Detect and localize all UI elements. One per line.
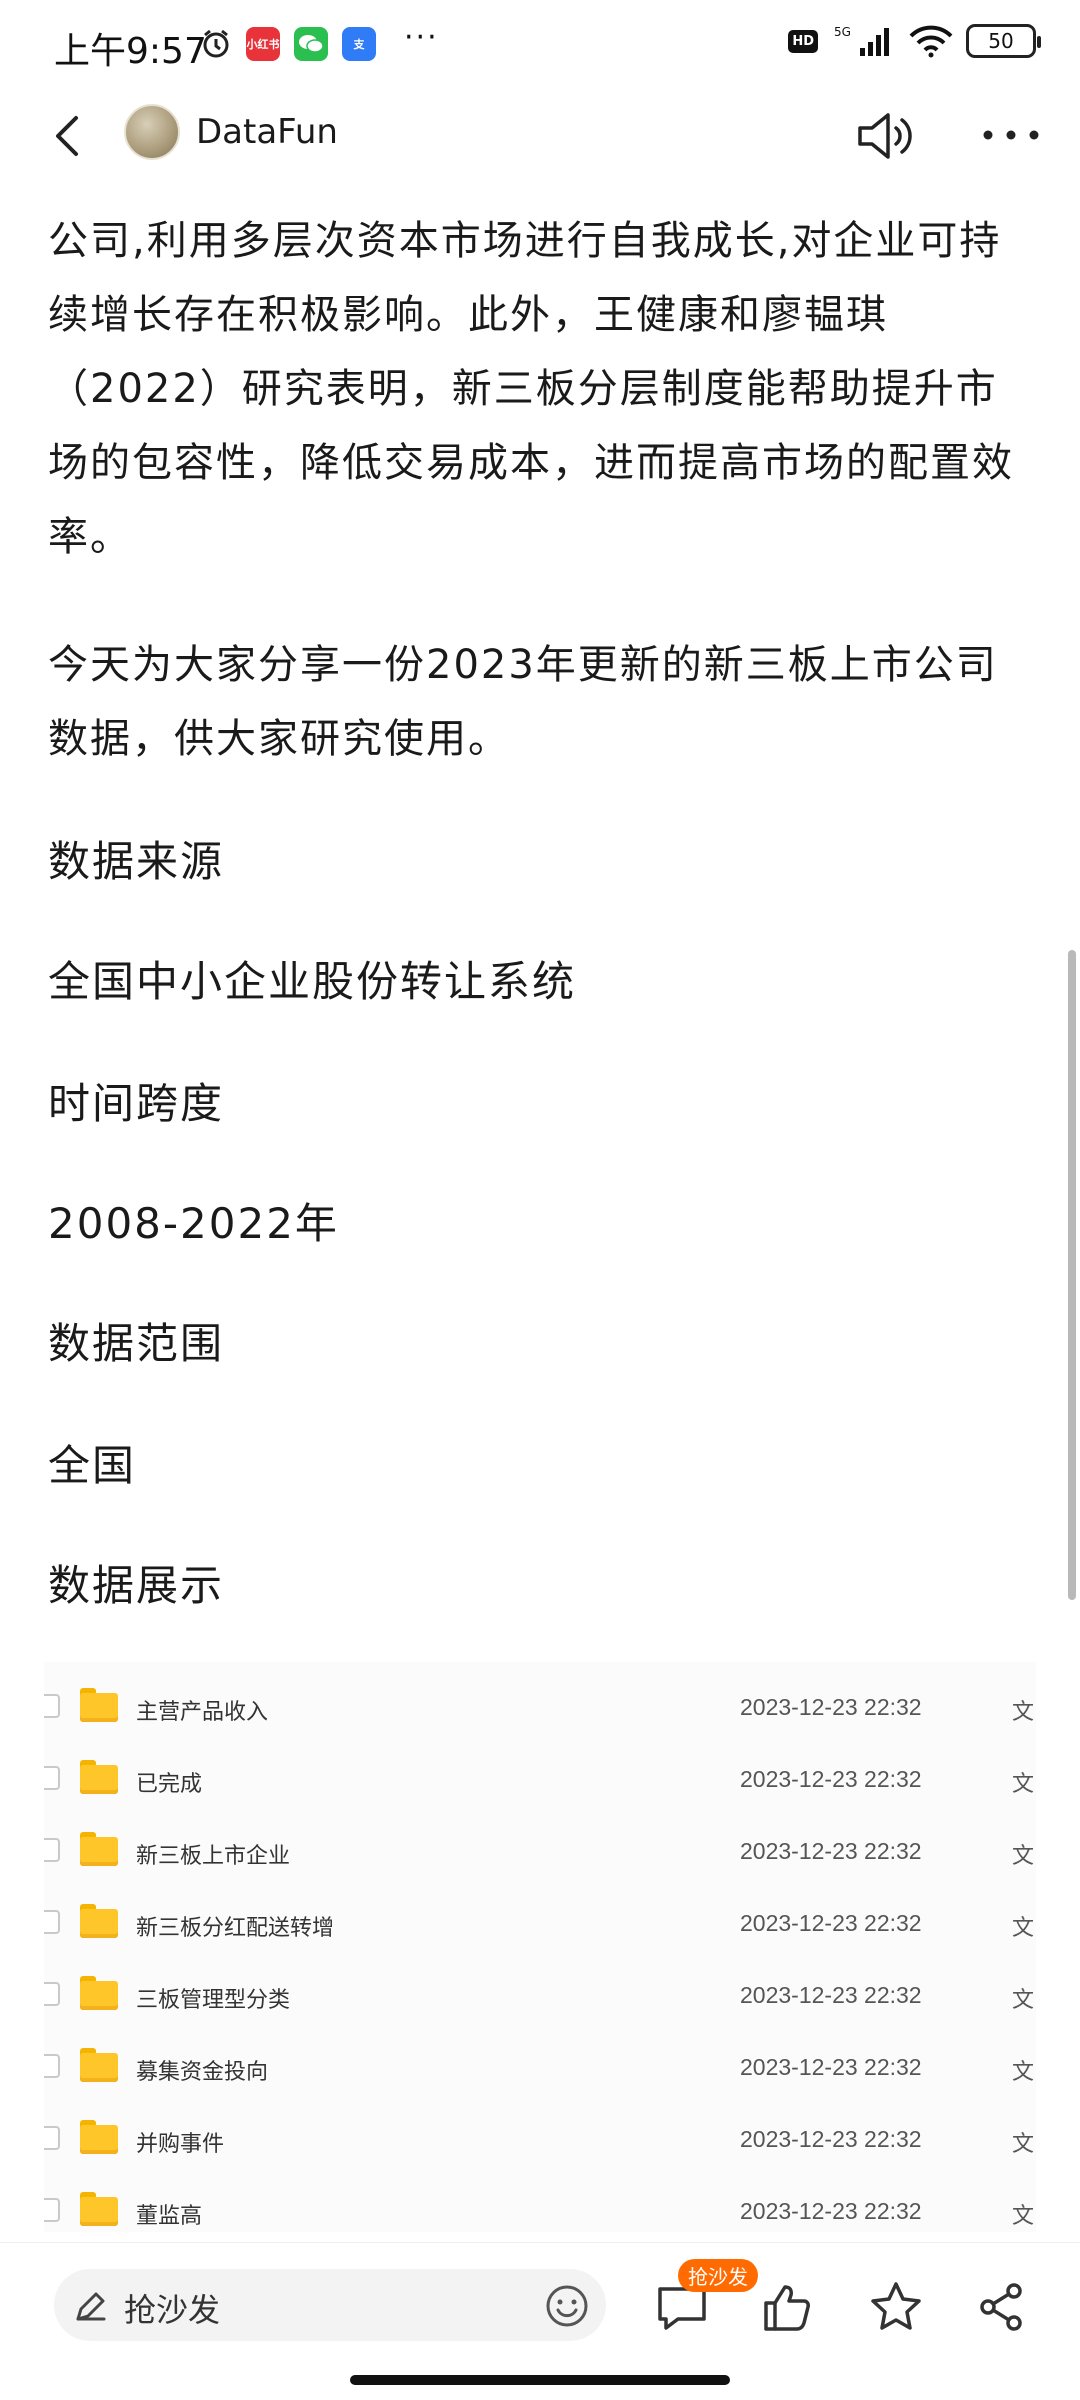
checkbox xyxy=(44,1982,60,2006)
file-type: 文 xyxy=(1012,1700,1035,1725)
alipay-icon: 支 xyxy=(342,26,376,61)
file-row: 三板管理型分类 2023-12-23 22:32 文 xyxy=(44,1960,1036,2032)
heading-time-span: 时间跨度 xyxy=(48,1079,225,1128)
folder-icon xyxy=(80,1904,118,1938)
file-name: 新三板上市企业 xyxy=(136,1844,291,1869)
top-nav: DataFun xyxy=(0,92,1080,182)
article-paragraph-2: 今天为大家分享一份2023年更新的新三板上市公司数据，供大家研究使用。 xyxy=(48,642,998,762)
status-bar: 上午9:57 小红书 支 ··· HD 5G 50 xyxy=(0,0,1080,92)
xiaohongshu-icon: 小红书 xyxy=(246,26,280,61)
file-type: 文 xyxy=(1012,2060,1035,2085)
heading-data-scope: 数据范围 xyxy=(48,1319,225,1368)
file-row: 董监高 2023-12-23 22:32 文 xyxy=(44,2176,1036,2232)
file-name: 并购事件 xyxy=(136,2132,225,2157)
data-source-text: 全国中小企业股份转让系统 xyxy=(48,957,577,1006)
alarm-icon xyxy=(203,29,229,57)
file-row: 募集资金投向 2023-12-23 22:32 文 xyxy=(44,2032,1036,2104)
article-paragraph-1: 公司,利用多层次资本市场进行自我成长,对企业可持续增长存在积极影响。此外，王健康… xyxy=(48,218,1014,560)
checkbox xyxy=(44,2126,60,2150)
star-icon[interactable] xyxy=(868,2279,924,2335)
status-more-dots: ··· xyxy=(404,20,439,55)
author-name[interactable]: DataFun xyxy=(196,112,338,152)
checkbox xyxy=(44,1766,60,1790)
emoji-icon[interactable] xyxy=(544,2283,590,2329)
file-row: 新三板上市企业 2023-12-23 22:32 文 xyxy=(44,1816,1036,1888)
file-name: 三板管理型分类 xyxy=(136,1988,291,2013)
heading-data-display: 数据展示 xyxy=(48,1561,225,1610)
checkbox xyxy=(44,1694,60,1718)
file-list-image[interactable]: 主营产品收入 2023-12-23 22:32 文 已完成 2023-12-23… xyxy=(44,1662,1036,2232)
checkbox xyxy=(44,1910,60,1934)
file-date: 2023-12-23 22:32 xyxy=(740,1694,922,1720)
hd-icon: HD xyxy=(788,29,818,53)
time-span-text: 2008-2022年 xyxy=(48,1199,339,1248)
file-name: 新三板分红配送转增 xyxy=(136,1916,335,1941)
comment-input[interactable]: 抢沙发 xyxy=(54,2269,606,2341)
partial-text-line: 究。杨松令等（2021）研究发现，新三板转板上市 xyxy=(48,182,1038,198)
file-date: 2023-12-23 22:32 xyxy=(740,2054,922,2080)
author-avatar[interactable] xyxy=(124,104,180,160)
file-type: 文 xyxy=(1012,1844,1035,1869)
checkbox xyxy=(44,2198,60,2222)
comment-placeholder: 抢沙发 xyxy=(124,2291,221,2329)
scrollbar[interactable] xyxy=(1068,950,1076,1600)
heading-data-source: 数据来源 xyxy=(48,837,225,886)
file-type: 文 xyxy=(1012,2132,1035,2157)
file-row: 已完成 2023-12-23 22:32 文 xyxy=(44,1744,1036,1816)
sofa-badge: 抢沙发 xyxy=(678,2259,758,2292)
file-date: 2023-12-23 22:32 xyxy=(740,1982,922,2008)
speaker-icon[interactable] xyxy=(852,104,922,168)
battery-indicator: 50 xyxy=(966,24,1041,58)
file-date: 2023-12-23 22:32 xyxy=(740,2126,922,2152)
folder-icon xyxy=(80,1976,118,2010)
bottom-action-bar: 抢沙发 抢沙发 xyxy=(0,2242,1080,2400)
folder-icon xyxy=(80,1760,118,1794)
file-name: 主营产品收入 xyxy=(136,1700,269,1725)
pencil-icon xyxy=(76,2292,106,2321)
folder-icon xyxy=(80,1688,118,1722)
signal-icon: 5G xyxy=(834,25,889,56)
svg-text:5G: 5G xyxy=(834,25,851,39)
status-time: 上午9:57 xyxy=(54,31,207,72)
file-type: 文 xyxy=(1012,1916,1035,1941)
file-row: 并购事件 2023-12-23 22:32 文 xyxy=(44,2104,1036,2176)
file-date: 2023-12-23 22:32 xyxy=(740,1766,922,1792)
file-type: 文 xyxy=(1012,2204,1035,2229)
folder-icon xyxy=(80,1832,118,1866)
file-type: 文 xyxy=(1012,1772,1035,1797)
back-icon[interactable] xyxy=(40,106,100,166)
home-indicator[interactable] xyxy=(350,2375,730,2385)
data-scope-text: 全国 xyxy=(48,1441,137,1490)
more-options-icon[interactable] xyxy=(976,110,1046,160)
file-date: 2023-12-23 22:32 xyxy=(740,2198,922,2224)
share-icon[interactable] xyxy=(974,2279,1030,2335)
status-system-icons: HD 5G 50 xyxy=(788,24,1041,58)
file-date: 2023-12-23 22:32 xyxy=(740,1910,922,1936)
wifi-icon xyxy=(909,25,953,58)
file-name: 募集资金投向 xyxy=(136,2060,269,2085)
file-name: 已完成 xyxy=(136,1772,203,1797)
folder-icon xyxy=(80,2120,118,2154)
checkbox xyxy=(44,1838,60,1862)
file-type: 文 xyxy=(1012,1988,1035,2013)
file-name: 董监高 xyxy=(136,2204,203,2229)
folder-icon xyxy=(80,2192,118,2226)
checkbox xyxy=(44,2054,60,2078)
status-notification-icons: 小红书 支 ··· xyxy=(200,20,439,61)
article-body: 究。杨松令等（2021）研究发现，新三板转板上市 公司,利用多层次资本市场进行自… xyxy=(0,182,1080,2242)
file-date: 2023-12-23 22:32 xyxy=(740,1838,922,1864)
file-row: 主营产品收入 2023-12-23 22:32 文 xyxy=(44,1672,1036,1744)
like-icon[interactable] xyxy=(760,2279,816,2335)
folder-icon xyxy=(80,2048,118,2082)
file-row: 新三板分红配送转增 2023-12-23 22:32 文 xyxy=(44,1888,1036,1960)
wechat-icon xyxy=(294,26,328,61)
